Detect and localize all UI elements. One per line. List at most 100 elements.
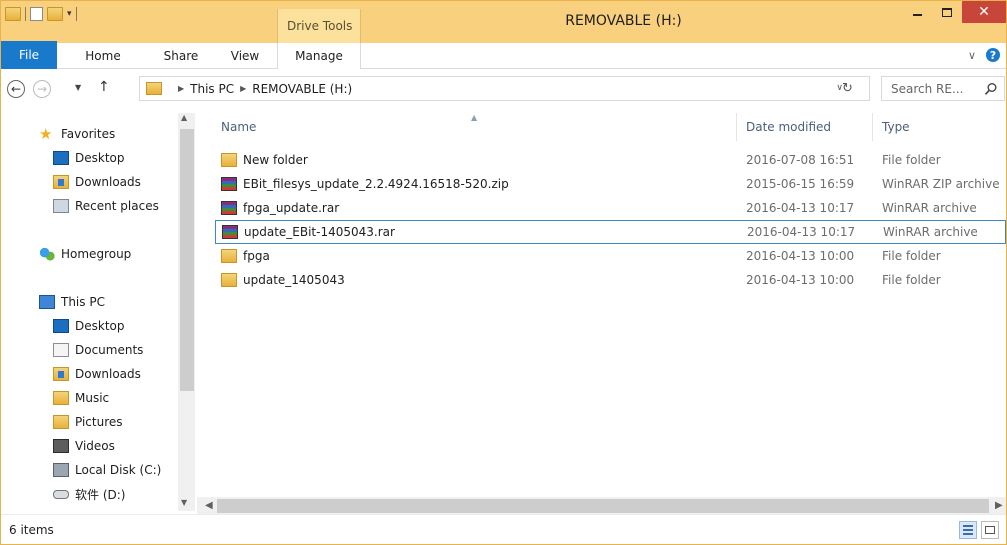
videos-icon bbox=[53, 439, 69, 453]
nav-label: Recent places bbox=[75, 199, 159, 213]
nav-pc-local-disk-c[interactable]: Local Disk (C:) bbox=[53, 459, 161, 481]
maximize-button[interactable] bbox=[932, 1, 962, 23]
nav-label: Favorites bbox=[61, 127, 116, 141]
nav-item-downloads[interactable]: Downloads bbox=[53, 171, 141, 193]
tab-manage[interactable]: Manage bbox=[277, 43, 361, 69]
column-separator[interactable] bbox=[736, 113, 737, 141]
file-type: File folder bbox=[882, 153, 941, 167]
file-date: 2016-07-08 16:51 bbox=[746, 153, 855, 167]
breadcrumb-removable[interactable]: REMOVABLE (H:) bbox=[252, 82, 352, 96]
winrar-icon bbox=[221, 201, 237, 215]
downloads-icon bbox=[53, 175, 69, 189]
column-separator[interactable] bbox=[872, 113, 873, 141]
file-date: 2015-06-15 16:59 bbox=[746, 177, 855, 191]
address-bar[interactable]: ▶ This PC ▶ REMOVABLE (H:) ∨ bbox=[139, 76, 870, 101]
nav-pc-videos[interactable]: Videos bbox=[53, 435, 115, 457]
window-title: REMOVABLE (H:) bbox=[565, 13, 682, 29]
file-name: update_EBit-1405043.rar bbox=[244, 225, 395, 239]
recent-locations-icon[interactable]: ▼ bbox=[75, 83, 81, 92]
nav-favorites[interactable]: ★ Favorites bbox=[39, 123, 115, 145]
ribbon-tabs: File Home Share View Manage ∨ ? bbox=[1, 41, 1006, 69]
tab-view[interactable]: View bbox=[223, 43, 267, 69]
file-type: File folder bbox=[882, 249, 941, 263]
search-icon[interactable] bbox=[984, 82, 998, 96]
drive-icon bbox=[53, 489, 69, 499]
maximize-icon bbox=[942, 7, 952, 17]
file-row-focused[interactable]: update_EBit-1405043.rar 2016-04-13 10:17… bbox=[215, 220, 1006, 244]
help-icon[interactable]: ? bbox=[986, 48, 1000, 62]
nav-item-desktop[interactable]: Desktop bbox=[53, 147, 125, 169]
tab-file[interactable]: File bbox=[1, 41, 57, 69]
file-row[interactable]: fpga_update.rar 2016-04-13 10:17 WinRAR … bbox=[215, 196, 1006, 220]
nav-label: Desktop bbox=[75, 319, 125, 333]
column-date-modified[interactable]: Date modified bbox=[746, 120, 831, 134]
file-name: New folder bbox=[243, 153, 308, 167]
recent-places-icon bbox=[53, 199, 69, 213]
title-bar: ▾ Drive Tools REMOVABLE (H:) ✕ bbox=[1, 1, 1006, 43]
nav-scroll-thumb[interactable] bbox=[180, 129, 194, 391]
search-input[interactable]: Search RE... bbox=[881, 76, 1005, 101]
file-type: WinRAR archive bbox=[883, 225, 978, 239]
star-icon: ★ bbox=[39, 125, 53, 143]
large-icons-view-button[interactable] bbox=[981, 521, 999, 539]
forward-button[interactable]: → bbox=[33, 80, 51, 98]
horizontal-scroll-thumb[interactable] bbox=[217, 499, 989, 513]
nav-label: Homegroup bbox=[61, 247, 132, 261]
column-type[interactable]: Type bbox=[882, 120, 910, 134]
address-row: ← → ▼ ↑ ▶ This PC ▶ REMOVABLE (H:) ∨ ↻ S… bbox=[1, 69, 1006, 109]
breadcrumb-arrow-icon[interactable]: ▶ bbox=[178, 84, 184, 93]
item-count: 6 items bbox=[9, 523, 54, 537]
nav-item-recent-places[interactable]: Recent places bbox=[53, 195, 159, 217]
nav-label: Videos bbox=[75, 439, 115, 453]
sort-ascending-icon: ▲ bbox=[471, 113, 478, 122]
minimize-button[interactable] bbox=[902, 1, 932, 23]
ribbon-right-controls: ∨ ? bbox=[968, 48, 1000, 62]
hard-drive-icon bbox=[53, 463, 69, 477]
file-name: update_1405043 bbox=[243, 273, 345, 287]
close-icon: ✕ bbox=[978, 4, 990, 20]
nav-pc-drive-d[interactable]: 软件 (D:) bbox=[53, 483, 125, 505]
column-name[interactable]: Name bbox=[221, 120, 256, 134]
scroll-down-icon[interactable]: ▼ bbox=[181, 498, 187, 507]
back-button[interactable]: ← bbox=[7, 80, 25, 98]
file-date: 2016-04-13 10:17 bbox=[747, 225, 856, 239]
details-view-icon bbox=[963, 525, 973, 535]
close-button[interactable]: ✕ bbox=[962, 1, 1006, 23]
file-date: 2016-04-13 10:17 bbox=[746, 201, 855, 215]
file-row[interactable]: New folder 2016-07-08 16:51 File folder bbox=[215, 148, 1006, 172]
expand-ribbon-icon[interactable]: ∨ bbox=[968, 49, 976, 62]
nav-homegroup[interactable]: Homegroup bbox=[39, 243, 131, 265]
folder-icon bbox=[221, 273, 237, 287]
homegroup-icon bbox=[39, 247, 55, 261]
breadcrumb-this-pc[interactable]: This PC bbox=[190, 82, 234, 96]
folder-icon bbox=[221, 249, 237, 263]
status-bar: 6 items bbox=[1, 514, 1006, 544]
pictures-icon bbox=[53, 415, 69, 429]
nav-pc-music[interactable]: Music bbox=[53, 387, 109, 409]
up-button[interactable]: ↑ bbox=[98, 79, 110, 95]
breadcrumb-arrow-icon[interactable]: ▶ bbox=[240, 84, 246, 93]
nav-pc-desktop[interactable]: Desktop bbox=[53, 315, 125, 337]
nav-this-pc[interactable]: This PC bbox=[39, 291, 105, 313]
nav-label: Pictures bbox=[75, 415, 123, 429]
tab-share[interactable]: Share bbox=[157, 43, 205, 69]
scroll-right-icon[interactable]: ▶ bbox=[995, 500, 1003, 511]
nav-pc-documents[interactable]: Documents bbox=[53, 339, 143, 361]
file-row[interactable]: EBit_filesys_update_2.2.4924.16518-520.z… bbox=[215, 172, 1006, 196]
nav-pc-pictures[interactable]: Pictures bbox=[53, 411, 123, 433]
nav-pc-downloads[interactable]: Downloads bbox=[53, 363, 141, 385]
desktop-icon bbox=[53, 151, 69, 165]
file-type: WinRAR archive bbox=[882, 201, 977, 215]
scroll-up-icon[interactable]: ▲ bbox=[181, 113, 187, 122]
file-name: fpga_update.rar bbox=[243, 201, 340, 215]
file-type: File folder bbox=[882, 273, 941, 287]
tab-home[interactable]: Home bbox=[77, 43, 129, 69]
scroll-left-icon[interactable]: ◀ bbox=[205, 500, 213, 511]
file-row[interactable]: fpga 2016-04-13 10:00 File folder bbox=[215, 244, 1006, 268]
nav-label: Documents bbox=[75, 343, 144, 357]
nav-label: 软件 (D:) bbox=[75, 487, 126, 502]
file-row[interactable]: update_1405043 2016-04-13 10:00 File fol… bbox=[215, 268, 1006, 292]
refresh-button[interactable]: ↻ bbox=[842, 81, 853, 96]
details-view-button[interactable] bbox=[959, 521, 977, 539]
nav-label: Local Disk (C:) bbox=[75, 463, 162, 477]
